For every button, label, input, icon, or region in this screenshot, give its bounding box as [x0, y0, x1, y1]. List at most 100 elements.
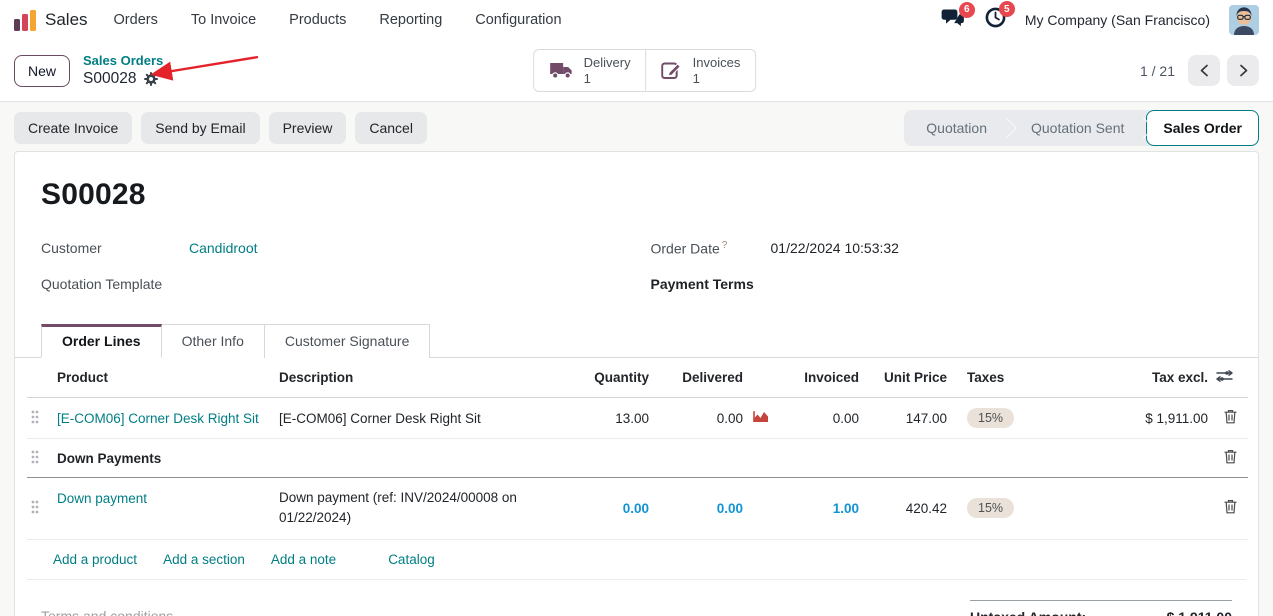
chevron-left-icon	[1199, 64, 1210, 77]
drag-handle-icon[interactable]	[27, 398, 53, 439]
cancel-button[interactable]: Cancel	[355, 112, 427, 144]
unit-price-cell[interactable]: 420.42	[863, 478, 951, 540]
activities-button[interactable]: 5	[985, 7, 1006, 33]
sales-app-logo-icon[interactable]	[14, 10, 36, 31]
col-product[interactable]: Product	[53, 358, 275, 398]
nav-right: 6 5 My Company (San Francisco)	[941, 5, 1259, 35]
unit-price-cell[interactable]: 147.00	[863, 398, 951, 439]
messages-badge: 6	[959, 2, 975, 18]
col-quantity[interactable]: Quantity	[565, 358, 653, 398]
terms-and-conditions-link[interactable]: Terms and conditions	[41, 608, 173, 616]
section-name-cell[interactable]: Down Payments	[53, 439, 1212, 478]
invoice-edit-icon	[662, 61, 684, 80]
form-sheet: S00028 Customer Candidroot Quotation Tem…	[14, 151, 1259, 616]
breadcrumb: Sales Orders S00028	[83, 53, 163, 89]
customer-field-row: Customer Candidroot	[41, 230, 637, 266]
activities-badge: 5	[999, 1, 1015, 17]
delete-row-icon[interactable]	[1224, 449, 1237, 464]
invoiced-cell[interactable]: 0.00	[773, 398, 863, 439]
notebook-tabs: Order Lines Other Info Customer Signatur…	[15, 324, 1258, 358]
tab-customer-signature[interactable]: Customer Signature	[265, 324, 431, 358]
untaxed-amount-label: Untaxed Amount:	[970, 609, 1086, 616]
customer-value-link[interactable]: Candidroot	[189, 240, 258, 256]
drag-handle-icon[interactable]	[27, 478, 53, 540]
record-title: S00028	[15, 152, 1258, 212]
quantity-cell[interactable]: 0.00	[623, 501, 649, 516]
user-avatar[interactable]	[1229, 5, 1259, 35]
messages-button[interactable]: 6	[941, 8, 966, 33]
avatar-image-icon	[1229, 5, 1259, 35]
add-a-section-link[interactable]: Add a section	[163, 552, 245, 567]
list-footer-links: Add a product Add a section Add a note C…	[27, 540, 1246, 580]
smart-buttons: Delivery 1 Invoices 1	[533, 49, 757, 92]
control-bar: New Sales Orders S00028	[0, 40, 1273, 101]
add-a-product-link[interactable]: Add a product	[53, 552, 137, 567]
order-line-row[interactable]: [E-COM06] Corner Desk Right Sit [E-COM06…	[27, 398, 1248, 439]
product-link[interactable]: Down payment	[57, 491, 147, 506]
quotation-template-field-row: Quotation Template	[41, 266, 637, 302]
send-by-email-button[interactable]: Send by Email	[141, 112, 259, 144]
sheet-bottom-row: Terms and conditions Untaxed Amount: $ 1…	[41, 600, 1232, 616]
breadcrumb-sales-orders-link[interactable]: Sales Orders	[83, 53, 163, 69]
invoiced-cell[interactable]: 1.00	[833, 501, 859, 516]
description-cell[interactable]: [E-COM06] Corner Desk Right Sit	[275, 398, 565, 439]
field-grid: Customer Candidroot Quotation Template O…	[15, 230, 1258, 302]
menu-reporting[interactable]: Reporting	[379, 12, 442, 28]
adjust-columns-icon[interactable]	[1216, 371, 1233, 386]
col-delivered[interactable]: Delivered	[653, 358, 773, 398]
delivered-cell[interactable]: 0.00	[653, 398, 773, 439]
totals-block: Untaxed Amount: $ 1,911.00	[970, 600, 1232, 616]
menu-products[interactable]: Products	[289, 12, 346, 28]
app-name[interactable]: Sales	[45, 10, 88, 30]
create-invoice-button[interactable]: Create Invoice	[14, 112, 132, 144]
delivered-cell[interactable]: 0.00	[717, 501, 743, 516]
pager-counter[interactable]: 1 / 21	[1140, 63, 1175, 79]
col-description[interactable]: Description	[275, 358, 565, 398]
menu-to-invoice[interactable]: To Invoice	[191, 12, 256, 28]
order-line-row[interactable]: Down payment Down payment (ref: INV/2024…	[27, 478, 1248, 540]
preview-button[interactable]: Preview	[269, 112, 347, 144]
drag-handle-icon[interactable]	[27, 439, 53, 478]
menu-configuration[interactable]: Configuration	[475, 12, 561, 28]
description-cell[interactable]: Down payment (ref: INV/2024/00008 on 01/…	[275, 478, 565, 540]
quotation-template-label: Quotation Template	[41, 276, 189, 292]
section-row[interactable]: Down Payments	[27, 439, 1248, 478]
col-invoiced[interactable]: Invoiced	[773, 358, 863, 398]
catalog-link[interactable]: Catalog	[388, 552, 435, 567]
new-button[interactable]: New	[14, 55, 70, 87]
tax-badge[interactable]: 15%	[967, 498, 1014, 518]
quantity-cell[interactable]: 13.00	[565, 398, 653, 439]
tax-excl-cell	[1037, 478, 1212, 540]
add-a-note-link[interactable]: Add a note	[271, 552, 336, 567]
main-menu: Orders To Invoice Products Reporting Con…	[114, 12, 562, 28]
payment-terms-label: Payment Terms	[651, 276, 771, 292]
delete-row-icon[interactable]	[1224, 409, 1237, 424]
tab-order-lines[interactable]: Order Lines	[41, 324, 162, 358]
gear-icon[interactable]	[143, 71, 159, 87]
company-switcher[interactable]: My Company (San Francisco)	[1025, 12, 1210, 28]
invoices-smart-button[interactable]: Invoices 1	[646, 50, 756, 91]
invoices-label: Invoices	[693, 55, 741, 71]
pager-previous-button[interactable]	[1188, 55, 1220, 86]
forecast-report-icon[interactable]	[752, 410, 769, 426]
status-sales-order[interactable]: Sales Order	[1146, 110, 1259, 146]
action-buttons: Create Invoice Send by Email Preview Can…	[14, 112, 427, 144]
order-date-value[interactable]: 01/22/2024 10:53:32	[771, 240, 899, 256]
payment-terms-field-row: Payment Terms	[651, 266, 1259, 302]
menu-orders[interactable]: Orders	[114, 12, 158, 28]
content-area: Create Invoice Send by Email Preview Can…	[0, 101, 1273, 616]
col-taxes[interactable]: Taxes	[951, 358, 1037, 398]
pager-next-button[interactable]	[1227, 55, 1259, 86]
delivery-smart-button[interactable]: Delivery 1	[534, 50, 646, 91]
tab-other-info[interactable]: Other Info	[162, 324, 265, 358]
tax-badge[interactable]: 15%	[967, 408, 1014, 428]
delete-row-icon[interactable]	[1224, 499, 1237, 514]
status-quotation[interactable]: Quotation	[904, 110, 1009, 146]
status-quotation-sent[interactable]: Quotation Sent	[1009, 110, 1146, 146]
product-link[interactable]: [E-COM06] Corner Desk Right Sit	[57, 411, 259, 426]
order-date-label: Order Date?	[651, 240, 771, 257]
col-tax-excl[interactable]: Tax excl.	[1037, 358, 1212, 398]
truck-icon	[549, 61, 575, 80]
col-unit-price[interactable]: Unit Price	[863, 358, 951, 398]
tax-excl-cell: $ 1,911.00	[1037, 398, 1212, 439]
